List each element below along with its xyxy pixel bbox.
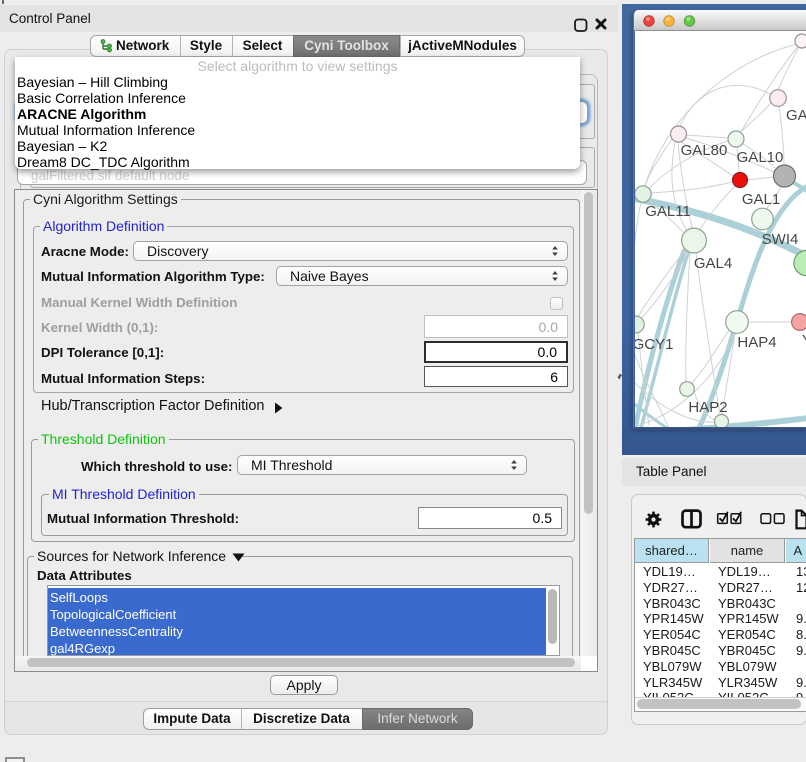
svg-text:GAL11: GAL11 (645, 203, 691, 220)
svg-text:GAL80: GAL80 (681, 142, 728, 159)
svg-text:GAL1: GAL1 (742, 191, 780, 208)
svg-text:GAL4: GAL4 (694, 255, 732, 272)
svg-text:HAP4: HAP4 (737, 334, 776, 351)
svg-text:GCY1: GCY1 (635, 336, 673, 353)
svg-text:Y: Y (802, 332, 806, 349)
svg-text:GAL: GAL (786, 107, 806, 124)
svg-text:GAL10: GAL10 (737, 149, 784, 166)
svg-text:HAP2: HAP2 (688, 399, 727, 416)
svg-text:SWI4: SWI4 (762, 231, 799, 248)
